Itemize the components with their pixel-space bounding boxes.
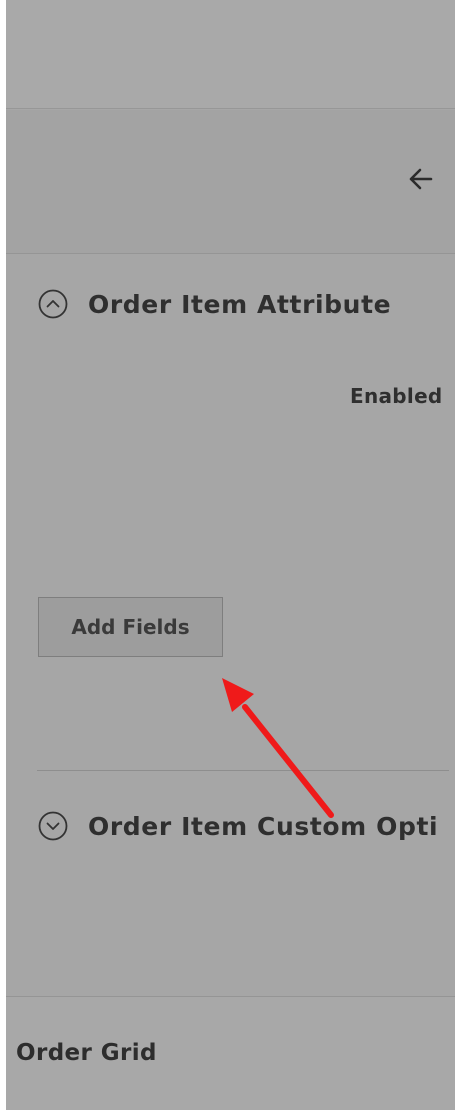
- section-order-item-custom-options[interactable]: Order Item Custom Opti: [37, 810, 438, 842]
- add-fields-button[interactable]: Add Fields: [38, 597, 223, 657]
- section-divider: [37, 770, 449, 771]
- enabled-label: Enabled: [350, 384, 443, 408]
- chevron-up-circle-icon: [37, 288, 69, 320]
- chevron-down-circle-icon: [37, 810, 69, 842]
- section-title: Order Item Attribute: [88, 289, 392, 319]
- section-order-item-attribute[interactable]: Order Item Attribute: [37, 288, 391, 320]
- admin-panel-overlay: [6, 0, 455, 1110]
- arrow-left-icon[interactable]: [406, 166, 434, 192]
- top-bar: [6, 0, 455, 109]
- panel-header: [6, 110, 455, 254]
- section-title: Order Item Custom Opti: [88, 811, 439, 841]
- order-grid-link[interactable]: Order Grid: [16, 1040, 157, 1066]
